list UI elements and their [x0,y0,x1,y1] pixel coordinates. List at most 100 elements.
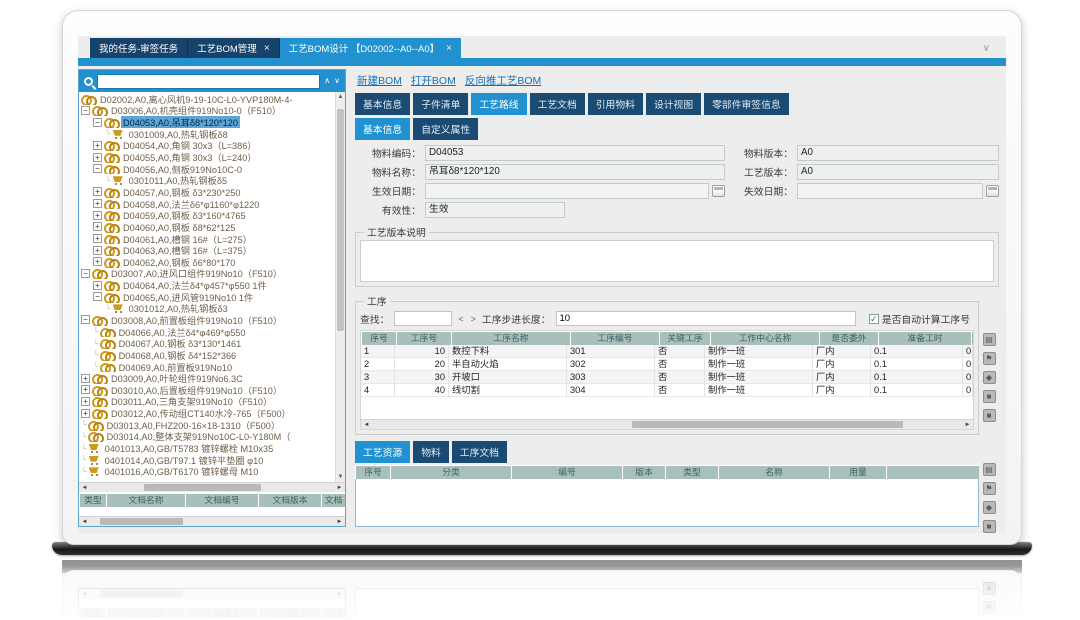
scroll-track[interactable] [372,420,962,429]
column-header[interactable]: 工序编号 [571,332,659,345]
expire-date-field[interactable] [797,183,983,199]
new-bom-link[interactable]: 新建BOM [357,73,402,88]
expand-icon[interactable]: + [93,187,102,196]
calendar-icon[interactable] [712,185,725,197]
tree-item[interactable]: +D04058,A0,法兰δ6*φ1160*φ1220 [79,198,335,210]
main-tab[interactable]: 工艺文档 [530,93,585,115]
scroll-thumb[interactable] [100,518,183,525]
column-header[interactable]: 文档 [322,494,345,507]
sub-tab[interactable]: 基本信息 [355,118,410,140]
tree-item[interactable]: −D03006,A0,机壳组件919No10-0（F510） [79,105,335,117]
tree-item[interactable]: +D04063,A0,槽钢 16#（L=375） [79,244,335,256]
scroll-thumb[interactable] [337,109,344,331]
block-tool-icon[interactable]: ■ [983,409,996,422]
expand-icon[interactable]: + [81,409,90,418]
column-header[interactable]: 序号 [362,332,396,345]
find-input[interactable] [394,311,452,326]
tree-item[interactable]: −D04065,A0,进风管919No10 1件 [79,291,335,303]
column-header[interactable]: 文档版本 [259,494,321,507]
material-name-field[interactable]: 吊耳δ8*120*120 [425,164,725,180]
column-header[interactable]: 版本 [623,466,665,479]
tree-item[interactable]: └0401014,A0,GB/T97.1 镀锌平垫圈 φ10 [79,454,335,466]
scroll-right-icon[interactable]: ► [962,422,973,428]
tree-vertical-scrollbar[interactable]: ▲ ▼ [335,92,345,482]
column-header[interactable]: 工序名称 [452,332,570,345]
reverse-push-bom-link[interactable]: 反向推工艺BOM [465,73,541,88]
tree-item[interactable]: +D03009,A0,叶轮组件919No6.3C [79,372,335,384]
column-header[interactable]: 分类 [391,466,511,479]
main-tab[interactable]: 子件清单 [413,93,468,115]
scroll-right-icon[interactable]: ► [334,485,345,491]
expand-icon[interactable]: + [81,374,90,383]
tree-item[interactable]: └0401016,A0,GB/T6170 镀锌螺母 M10 [79,466,335,478]
validity-field[interactable]: 生效 [425,202,565,218]
main-tab[interactable]: 引用物料 [588,93,643,115]
scroll-thumb[interactable] [632,421,903,428]
column-header[interactable]: 名称 [719,466,829,479]
scroll-left-icon[interactable]: ◄ [79,519,90,525]
expand-icon[interactable]: + [93,222,102,231]
tree-item[interactable]: −D04053,A0,吊耳δ8*120*120 [79,116,335,128]
tree-item[interactable]: −D03007,A0,进风口组件919No10（F510） [79,268,335,280]
operation-row[interactable]: 330开坡口303否制作一班厂内0.10.1 [361,371,973,384]
grid-tool-icon[interactable]: ▤ [983,463,996,476]
tree-item[interactable]: +D04055,A0,角钢 30x3（L=240） [79,151,335,163]
collapse-icon[interactable]: − [81,269,90,278]
tree-item[interactable]: +D04059,A0,钢板 δ3*160*4765 [79,209,335,221]
tree-item[interactable]: −D04056,A0,侧板919No10C-0 [79,163,335,175]
tree-item[interactable]: └0301011,A0,热轧钢板δ5 [79,174,335,186]
search-prev-icon[interactable]: ∧ [324,77,330,85]
sub-tab[interactable]: 自定义属性 [413,118,478,140]
next-op-button[interactable]: > [470,314,477,324]
doc-horizontal-scrollbar[interactable]: ◄ ► [79,516,345,526]
prev-op-button[interactable]: < [457,314,464,324]
scroll-track[interactable] [90,483,334,492]
collapse-icon[interactable]: − [81,106,90,115]
bottom-tab[interactable]: 物料 [413,441,449,463]
tree-item[interactable]: └D04067,A0,钢板 δ3*130*1461 [79,337,335,349]
column-header[interactable]: 加工工时 [972,332,973,345]
expand-icon[interactable]: + [93,234,102,243]
scroll-left-icon[interactable]: ◄ [361,422,372,428]
open-bom-link[interactable]: 打开BOM [411,73,456,88]
expand-icon[interactable]: + [81,385,90,394]
collapse-icon[interactable]: − [93,164,102,173]
tree-item[interactable]: +D04057,A0,钢板 δ3*230*250 [79,186,335,198]
grid-tool-icon[interactable]: ▤ [983,333,996,346]
tree-item[interactable]: +D04061,A0,槽钢 16#（L=275） [79,233,335,245]
flag-tool-icon[interactable]: ⚑ [983,352,996,365]
column-header[interactable]: 文档名称 [107,494,185,507]
tree-item[interactable]: └0401013,A0,GB/T5783 镀锌螺栓 M10x35 [79,442,335,454]
expand-icon[interactable]: + [93,246,102,255]
main-tab[interactable]: 零部件审签信息 [704,93,789,115]
tree-item[interactable]: └D03014,A0,整体支架919No10C-L0-Y180M（ [79,431,335,443]
bottom-tab[interactable]: 工艺资源 [355,441,410,463]
tree-item[interactable]: └D03013,A0,FHZ200-16×18-1310（F500） [79,419,335,431]
tree-search-input[interactable] [97,74,320,89]
expand-icon[interactable]: + [93,153,102,162]
flag-tool-icon[interactable]: ⚑ [983,482,996,495]
scroll-right-icon[interactable]: ► [334,519,345,525]
search-next-icon[interactable]: ∨ [334,77,340,85]
collapse-icon[interactable]: − [93,292,102,301]
tree-item[interactable]: +D03011,A0,三角支架919No10（F510） [79,396,335,408]
bottom-tab[interactable]: 工序文档 [452,441,507,463]
tree-horizontal-scrollbar[interactable]: ◄ ► [79,482,345,492]
column-header[interactable] [887,466,979,479]
expand-icon[interactable]: + [93,199,102,208]
column-header[interactable]: 关键工序 [660,332,710,345]
column-header[interactable]: 工序号 [397,332,451,345]
shape-tool-icon[interactable]: ◆ [983,501,996,514]
tree-item[interactable]: D02002,A0,离心风机9-19-10C-L0-YVP180M-4- [79,93,335,105]
operations-horizontal-scrollbar[interactable]: ◄ ► [361,419,973,429]
main-tab[interactable]: 工艺路线 [471,93,526,115]
operation-row[interactable]: 220半自动火焰302否制作一班厂内0.10.1 [361,358,973,371]
column-header[interactable]: 是否委外 [820,332,878,345]
effective-date-field[interactable] [425,183,709,199]
column-header[interactable]: 编号 [512,466,622,479]
window-tab[interactable]: 我的任务-审签任务 [90,38,188,58]
scroll-up-icon[interactable]: ▲ [336,92,345,102]
operation-row[interactable]: 110数控下料301否制作一班厂内0.10.1 [361,345,973,358]
shape-tool-icon[interactable]: ◆ [983,371,996,384]
window-tab[interactable]: 工艺BOM管理× [188,38,279,58]
